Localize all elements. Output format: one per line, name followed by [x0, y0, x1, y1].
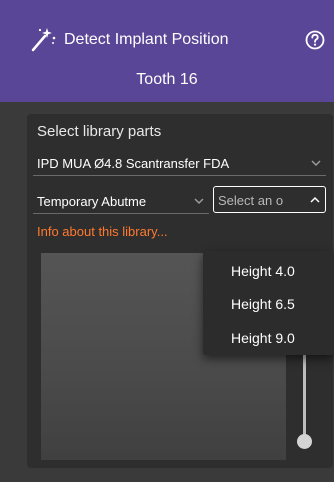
header-title: Detect Implant Position: [64, 31, 229, 48]
height-select[interactable]: Select an o: [213, 186, 326, 213]
help-circle-icon[interactable]: [304, 29, 326, 51]
dropdown-option[interactable]: Height 4.0: [203, 256, 334, 286]
library-info-link[interactable]: Info about this library...: [37, 224, 168, 239]
tooth-label: Tooth 16: [136, 71, 198, 88]
library-select-value: IPD MUA Ø4.8 Scantransfer FDA: [37, 156, 230, 171]
height-dropdown-menu: Height 4.0 Height 6.5 Height 9.0: [203, 251, 334, 355]
abutment-select-value: Temporary Abutme: [37, 194, 147, 209]
chevron-up-icon: [310, 196, 320, 203]
dropdown-option[interactable]: Height 6.5: [203, 289, 334, 319]
magic-wand-icon: [31, 28, 56, 52]
library-select[interactable]: IPD MUA Ø4.8 Scantransfer FDA: [33, 150, 326, 176]
vertical-slider-thumb[interactable]: [297, 434, 312, 449]
header-bar: Detect Implant Position Tooth 16: [0, 0, 334, 102]
section-label: Select library parts: [37, 123, 162, 140]
chevron-down-icon: [194, 198, 204, 205]
height-select-placeholder: Select an o: [218, 193, 284, 208]
abutment-select[interactable]: Temporary Abutme: [33, 188, 209, 214]
chevron-down-icon: [311, 160, 321, 167]
app-window: Detect Implant Position Tooth 16 Select …: [0, 0, 334, 482]
dropdown-option[interactable]: Height 9.0: [203, 323, 334, 353]
